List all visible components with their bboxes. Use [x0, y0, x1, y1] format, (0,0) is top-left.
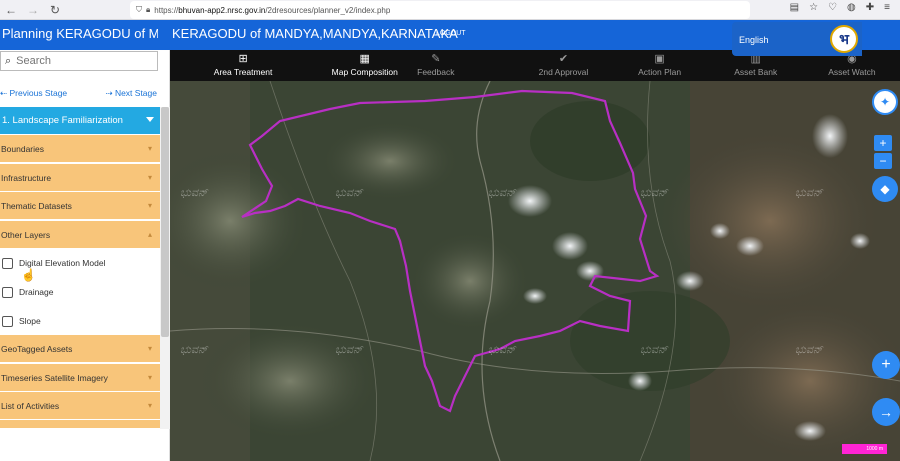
section-label: Timeseries Satellite Imagery: [1, 372, 108, 383]
url-path: /2dresources/planner_v2/index.php: [265, 5, 391, 15]
next-stage-label: Next Stage: [114, 88, 157, 98]
action-plan-label: Action Plan: [638, 67, 682, 77]
map-watermark: ಭುವನ್: [488, 343, 516, 356]
second-approval-label: 2nd Approval: [538, 67, 589, 77]
chevron-down-icon: ▾: [147, 373, 152, 382]
arrow-right-icon: ⇢: [105, 88, 113, 98]
language-label: English: [739, 35, 769, 45]
action-plan-button[interactable]: ▣ Action Plan: [612, 50, 708, 81]
checkbox[interactable]: [2, 286, 13, 298]
chevron-down-icon: ▾: [147, 344, 152, 353]
chevron-down-icon: ▾: [147, 173, 152, 182]
zoom-in-button[interactable]: +: [874, 135, 892, 151]
section-label: Boundaries: [1, 143, 45, 154]
zoom-out-button[interactable]: −: [874, 153, 892, 169]
section-infrastructure[interactable]: Infrastructure ▾: [0, 164, 160, 192]
map-watermark: ಭುವನ್: [640, 186, 668, 199]
section-geotagged-assets[interactable]: GeoTagged Assets ▾: [0, 335, 160, 363]
stage-header[interactable]: 1. Landscape Familiarization: [0, 107, 160, 134]
map-watermark: ಭುವನ್: [795, 186, 823, 199]
save-icon: ▣: [654, 53, 665, 65]
section-boundaries[interactable]: Boundaries ▾: [0, 135, 160, 163]
map-watermark: ಭುವನ್: [795, 343, 823, 356]
chevron-up-icon: ▴: [147, 230, 152, 239]
map-watermark: ಭುವನ್: [335, 186, 363, 199]
section-label: List of Activities: [1, 400, 60, 411]
layer-label: Slope: [19, 316, 41, 326]
section-partial: [0, 420, 160, 429]
layers-icon[interactable]: ◆: [872, 176, 898, 202]
bhuvan-logo: भ: [830, 25, 858, 53]
caret-down-icon: [146, 117, 154, 122]
section-label: Infrastructure: [1, 172, 52, 183]
asset-bank-label: Asset Bank: [734, 67, 778, 77]
map-watermark: ಭುವನ್: [640, 343, 668, 356]
previous-stage-link[interactable]: ⇠ Previous Stage: [0, 88, 67, 99]
check-circle-icon: ✔: [558, 53, 569, 65]
arrow-right-icon[interactable]: →: [872, 398, 900, 426]
map-imagery: [170, 81, 900, 461]
scale-bar: 1000 m: [842, 444, 887, 454]
lock-icon: 🔒︎: [146, 5, 151, 14]
compass-icon[interactable]: ✦: [872, 89, 898, 115]
extensions-icon[interactable]: ✚: [866, 2, 874, 13]
section-label: GeoTagged Assets: [1, 343, 73, 354]
layer-label: Digital Elevation Model: [19, 258, 106, 268]
search-box[interactable]: ⌕: [0, 51, 158, 71]
layer-drainage[interactable]: Drainage: [0, 278, 160, 306]
stage-title: 1. Landscape Familiarization: [2, 115, 123, 126]
section-list-of-activities[interactable]: List of Activities ▾: [0, 392, 160, 420]
satellite-map[interactable]: ಭುವನ್ ಭುವನ್ ಭುವನ್ ಭುವನ್ ಭುವನ್ ಭುವನ್ ಭುವನ…: [170, 81, 900, 461]
section-label: Other Layers: [1, 229, 51, 240]
comment-icon: ✎: [431, 53, 441, 65]
menu-icon[interactable]: ≡: [884, 2, 890, 13]
forward-icon[interactable]: →: [22, 0, 44, 20]
url-prefix: https://: [154, 5, 179, 15]
feedback-button[interactable]: ✎ Feedback: [361, 50, 510, 81]
scrollbar-thumb[interactable]: [161, 107, 169, 337]
next-stage-link[interactable]: ⇢ Next Stage: [105, 88, 157, 99]
chevron-down-icon: ▾: [147, 401, 152, 410]
logout-link[interactable]: LOGOUT: [436, 30, 466, 37]
arrow-left-icon: ⇠: [0, 88, 8, 98]
reload-icon[interactable]: ↻: [44, 0, 66, 20]
section-thematic-datasets[interactable]: Thematic Datasets ▾: [0, 192, 160, 220]
checkbox[interactable]: [2, 315, 13, 327]
chevron-down-icon: ▾: [147, 144, 152, 153]
chevron-down-icon: ▾: [147, 201, 152, 210]
section-timeseries-imagery[interactable]: Timeseries Satellite Imagery ▾: [0, 364, 160, 392]
previous-stage-label: Previous Stage: [9, 88, 68, 98]
sidebar-scrollbar[interactable]: [160, 107, 170, 429]
map-watermark: ಭುವನ್: [488, 186, 516, 199]
layer-slope[interactable]: Slope: [0, 307, 160, 335]
back-icon[interactable]: ←: [0, 0, 22, 20]
mouse-cursor-icon: ☝: [21, 268, 36, 282]
map-watermark: ಭುವನ್: [180, 343, 208, 356]
address-bar[interactable]: ⛉ 🔒︎ https://bhuvan-app2.nrsc.gov.in/2dr…: [130, 1, 750, 19]
stage-navigation: ⇠ Previous Stage ⇢ Next Stage: [0, 88, 160, 102]
account-icon[interactable]: ◍: [847, 2, 856, 13]
search-icon: ⌕: [5, 54, 12, 67]
bookmark-star-icon[interactable]: ☆: [809, 2, 818, 13]
search-input[interactable]: [16, 55, 147, 67]
page-title: KERAGODU of MANDYA,MANDYA,KARNATAKA: [172, 26, 458, 41]
map-watermark: ಭುವನ್: [180, 186, 208, 199]
add-button[interactable]: +: [872, 351, 900, 379]
map-watermark: ಭುವನ್: [335, 343, 363, 356]
area-treatment-label: Area Treatment: [213, 67, 273, 77]
second-approval-button[interactable]: ✔ 2nd Approval: [515, 50, 611, 81]
section-other-layers[interactable]: Other Layers ▴: [0, 221, 160, 249]
browser-toolbar: ← → ↻ ⛉ 🔒︎ https://bhuvan-app2.nrsc.gov.…: [0, 0, 900, 20]
url-host: bhuvan-app2.nrsc.gov.in: [178, 5, 266, 15]
section-label: Thematic Datasets: [1, 200, 72, 211]
plus-square-icon: ⊞: [238, 53, 248, 65]
feedback-label: Feedback: [417, 67, 455, 77]
layer-label: Drainage: [19, 287, 54, 297]
shield-icon: ⛉: [136, 5, 142, 14]
sidebar-title: Planning KERAGODU of M...: [2, 26, 158, 41]
checkbox[interactable]: [2, 257, 13, 269]
reader-view-icon[interactable]: ▤: [790, 2, 799, 13]
pocket-icon[interactable]: ♡: [828, 2, 837, 13]
asset-watch-label: Asset Watch: [828, 67, 876, 77]
